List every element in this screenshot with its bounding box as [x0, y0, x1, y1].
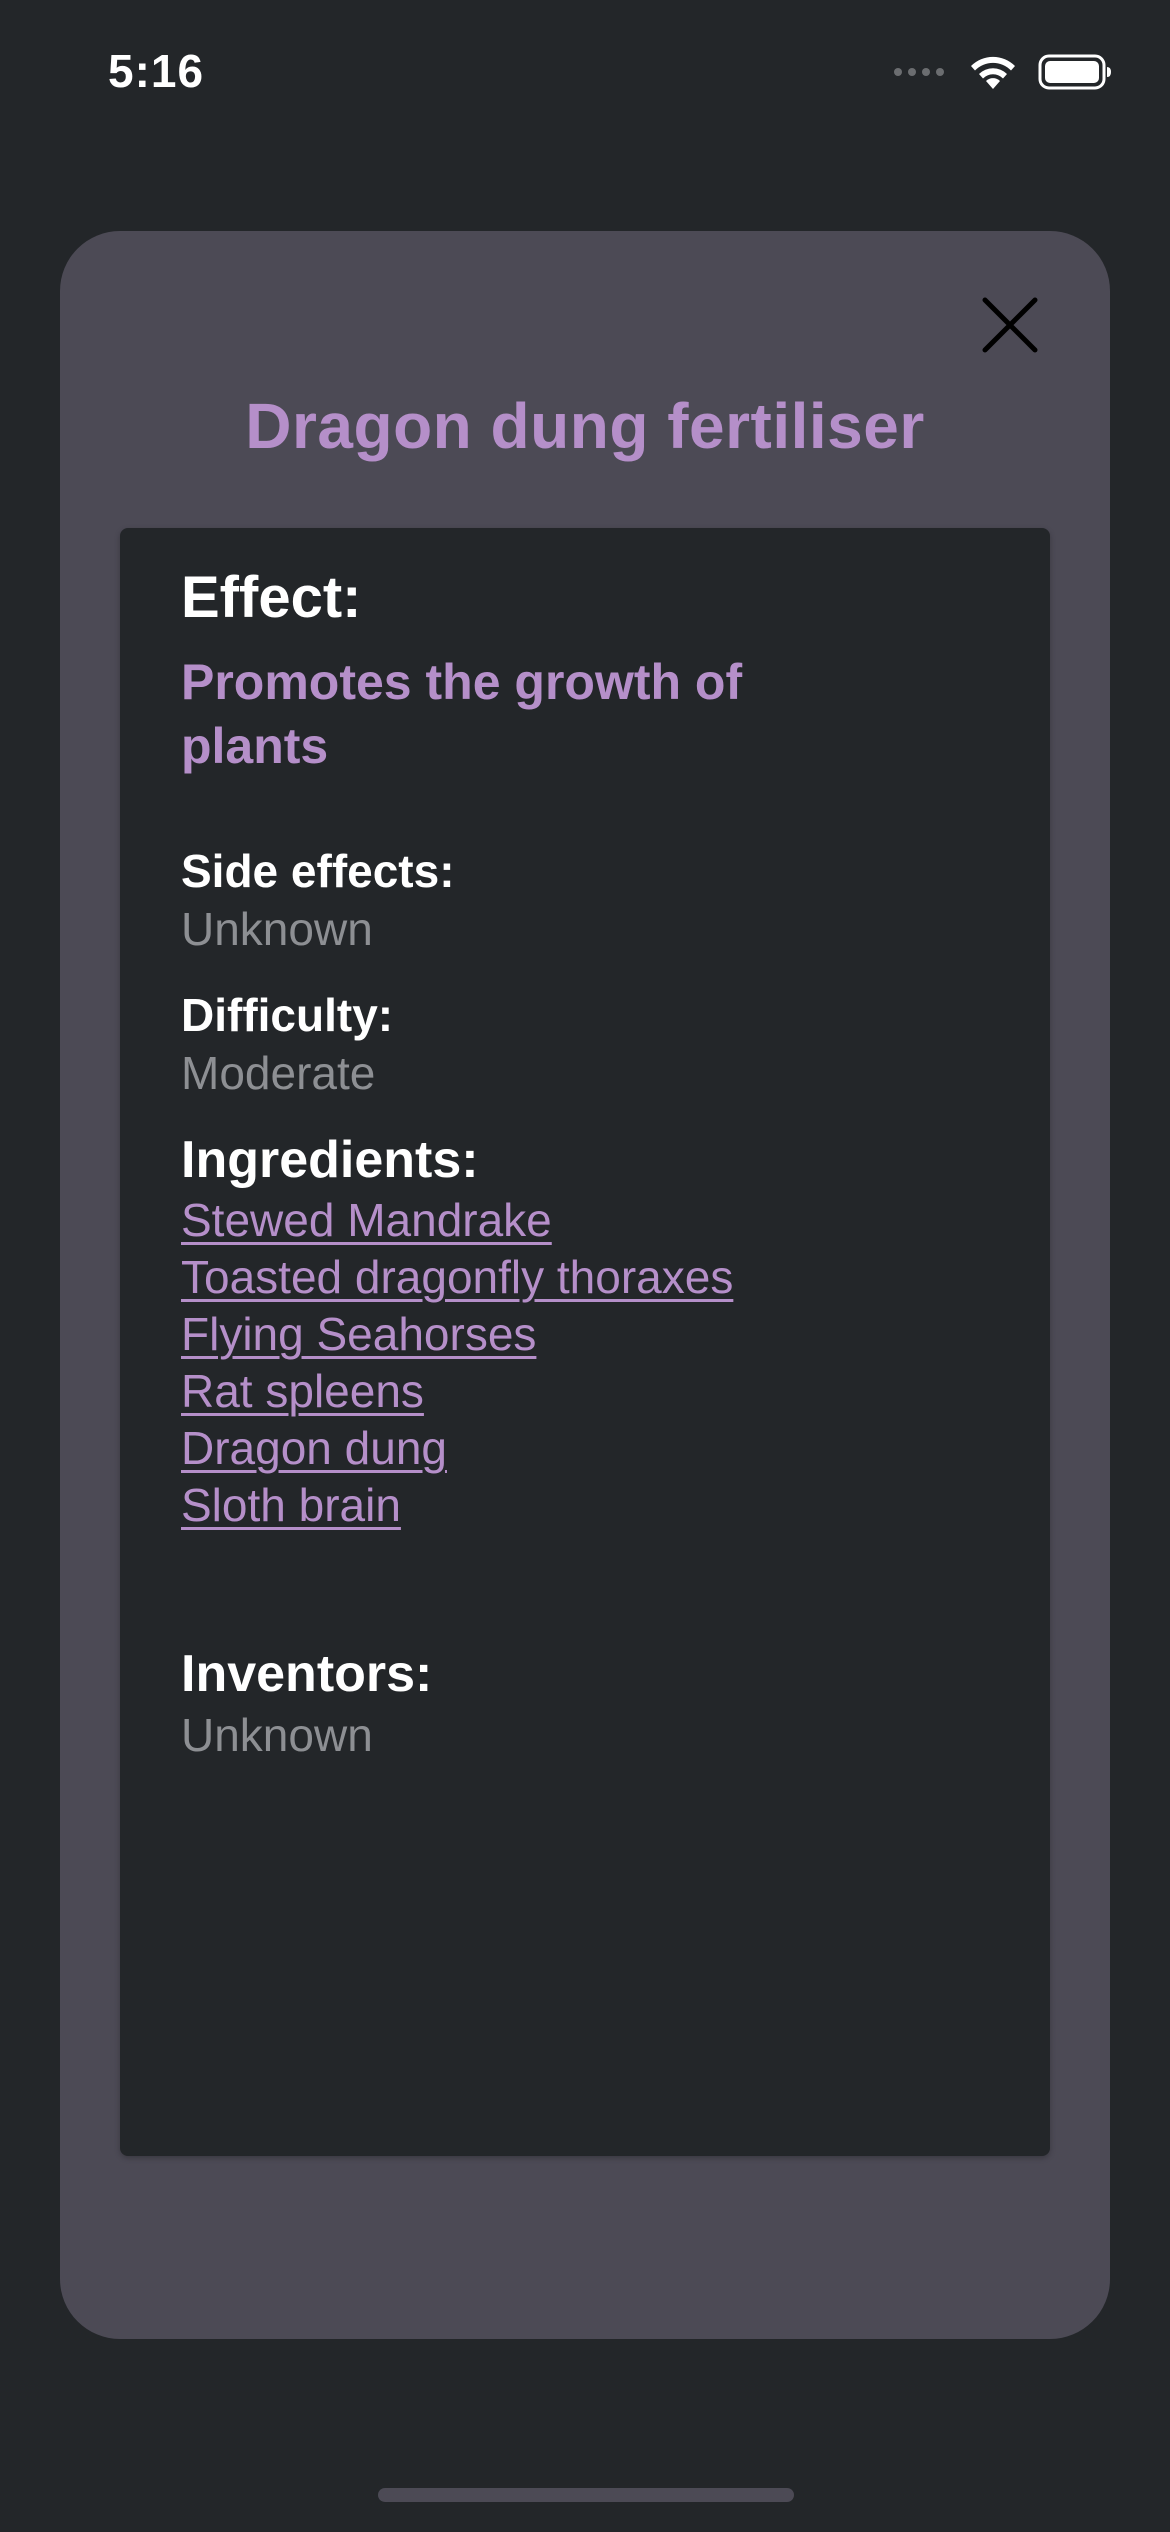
ingredient-link[interactable]: Sloth brain — [181, 1477, 733, 1534]
wifi-icon — [971, 56, 1015, 89]
home-indicator[interactable] — [378, 2488, 794, 2502]
status-time: 5:16 — [108, 45, 205, 97]
list-item: Rat spleens — [181, 1363, 733, 1420]
modal-title: Dragon dung fertiliser — [245, 390, 925, 462]
ingredients-list: Stewed Mandrake Toasted dragonfly thorax… — [181, 1192, 733, 1534]
battery-icon — [1038, 54, 1111, 90]
side-effects-value: Unknown — [181, 903, 373, 955]
list-item: Sloth brain — [181, 1477, 733, 1534]
ingredient-link[interactable]: Toasted dragonfly thoraxes — [181, 1249, 733, 1306]
ingredient-link[interactable]: Rat spleens — [181, 1363, 733, 1420]
close-icon — [982, 297, 1038, 353]
difficulty-value: Moderate — [181, 1047, 376, 1099]
effect-label: Effect: — [181, 565, 362, 630]
details-panel: Effect: Promotes the growth of plants Si… — [120, 528, 1050, 2156]
signal-dots-icon — [894, 68, 944, 76]
side-effects-label: Side effects: — [181, 845, 455, 897]
inventors-value: Unknown — [181, 1709, 373, 1761]
effect-value: Promotes the growth of plants — [181, 654, 743, 774]
inventors-label: Inventors: — [181, 1645, 433, 1703]
list-item: Stewed Mandrake — [181, 1192, 733, 1249]
difficulty-label: Difficulty: — [181, 989, 394, 1041]
ingredient-link[interactable]: Dragon dung — [181, 1420, 733, 1477]
list-item: Toasted dragonfly thoraxes — [181, 1249, 733, 1306]
ingredients-label: Ingredients: — [181, 1131, 479, 1189]
close-button[interactable] — [976, 291, 1044, 359]
ingredient-link[interactable]: Flying Seahorses — [181, 1306, 733, 1363]
list-item: Flying Seahorses — [181, 1306, 733, 1363]
potion-detail-modal: Dragon dung fertiliser Effect: Promotes … — [60, 231, 1110, 2339]
ingredient-link[interactable]: Stewed Mandrake — [181, 1192, 733, 1249]
list-item: Dragon dung — [181, 1420, 733, 1477]
status-icons — [894, 52, 1112, 92]
